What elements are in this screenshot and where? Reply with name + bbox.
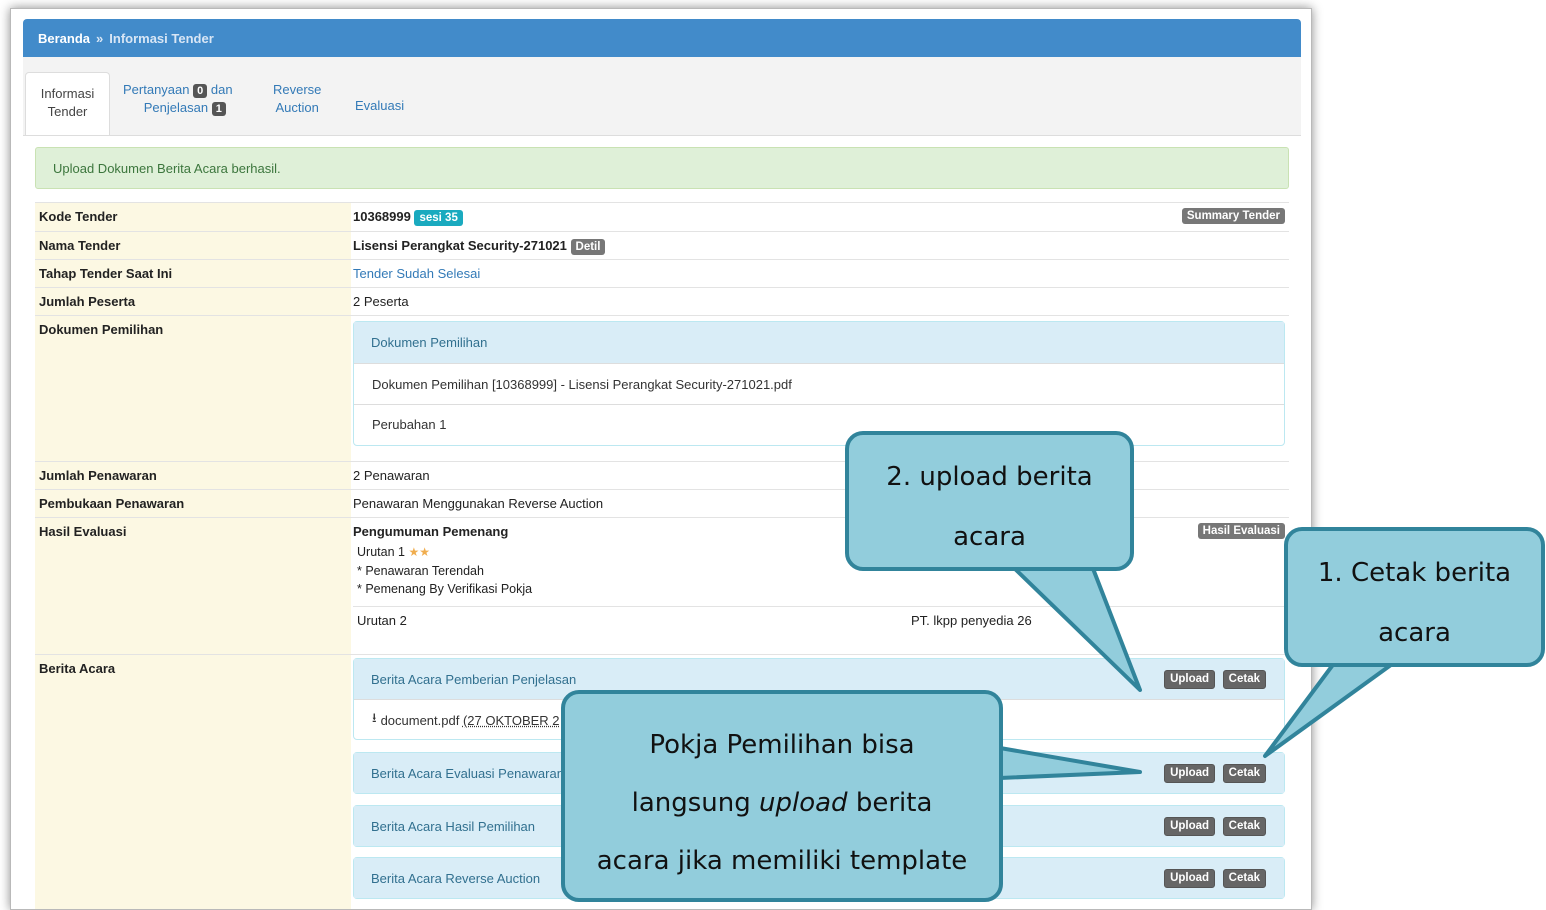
- callout-text: acara jika memiliki template: [596, 846, 968, 876]
- callout-text: langsung upload berita: [565, 774, 999, 832]
- callout-text-part: berita: [847, 788, 933, 818]
- callout-upload-berita-acara: 2. upload berita acara: [845, 431, 1134, 571]
- callout-text-emphasis: upload: [759, 788, 848, 818]
- callout-cetak-berita-acara: 1. Cetak berita acara: [1284, 527, 1545, 667]
- callout-text: 2. upload berita: [886, 462, 1093, 492]
- callout-text: Pokja Pemilihan bisa: [649, 730, 915, 760]
- callout-text: acara: [953, 522, 1026, 552]
- callout-text: acara: [1378, 618, 1451, 648]
- callout-pokja-info: Pokja Pemilihan bisa langsung upload ber…: [561, 690, 1003, 902]
- callout-text-part: langsung: [631, 788, 760, 818]
- callout-text: 1. Cetak berita: [1317, 558, 1512, 588]
